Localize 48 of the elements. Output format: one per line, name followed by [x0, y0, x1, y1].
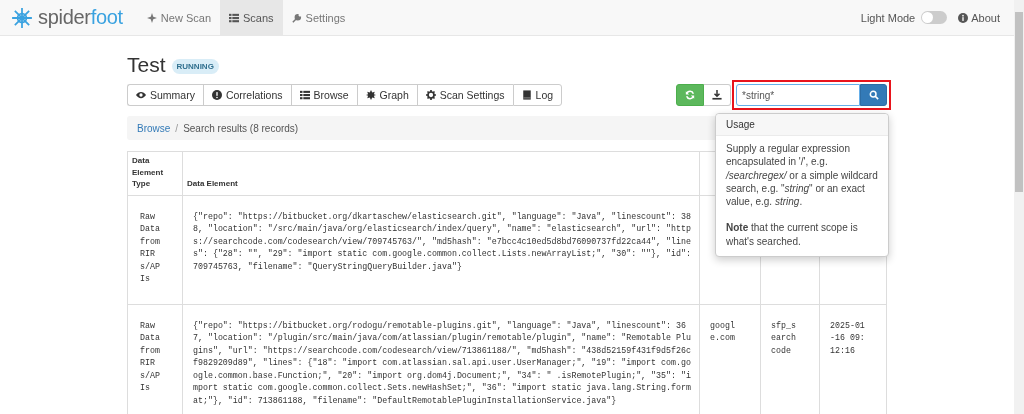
nav-item[interactable]: New Scan: [137, 0, 220, 35]
breadcrumb-link[interactable]: Browse: [137, 122, 171, 134]
nav-item[interactable]: Scans: [220, 0, 283, 35]
book-icon: [521, 90, 532, 100]
nav-item[interactable]: Settings: [282, 0, 355, 35]
crosshair-icon: [146, 12, 157, 23]
download-icon: [712, 90, 722, 100]
scan-title: Test: [127, 53, 166, 77]
search-icon: [868, 90, 879, 100]
column-header: Data Element: [182, 151, 700, 196]
tab-button[interactable]: Correlations: [202, 84, 291, 106]
list-icon: [229, 12, 239, 23]
scrollbar[interactable]: [1014, 0, 1024, 414]
table-cell: Raw Data from RIRs/APIs: [140, 319, 160, 395]
table-cell-text: {"repo": "https://bitbucket.org/dkartaschew/elasticsearch.git", "language": "Java", "linescount": 388, "location": "/src/main/java/org/elasticsearch/index/query", "name": "elasticsearch", "url": "https://searchcode.com/codesearch/view/709745763/", "md5hash": "e7bcc4c10ed5d8bd76090737fd22ca44", "lines": {"28": "", "29": "import static com.google.common.collect.Lists.newArrayList;", "30": ""}, "id": 709745763, "filename": "QueryStringQueryBuilder.java"}: [193, 210, 692, 273]
light-mode-label: Light Mode: [860, 11, 916, 24]
tab-button[interactable]: Log: [512, 84, 563, 106]
list-icon: [299, 90, 310, 100]
logo[interactable]: spiderfoot: [11, 6, 123, 29]
breadcrumb-current: Search results (8 records): [183, 122, 299, 134]
info-icon: [958, 12, 969, 23]
breadcrumb-separator: /: [175, 122, 179, 134]
search-button[interactable]: [860, 84, 887, 106]
table-cell-text: {"repo": "https://bitbucket.org/rodogu/remotable-plugins.git", "language": "Java", "linescount": 367, "location": "/plugin/src/main/java/com/atlassian/plugin/remotable/plugin", "name": "Remotable Plugins", "url": "https://searchcode.com/codesearch/view/713861188/", "md5hash": "438d52159f431f9d5f26cf9829209d89", "lines": {"18": "import com.atlassian.sal.api.user.UserManager;", "19": "import com.google.common.base.Function;", "20": "import org.dom4j.Document;", "34": " .isRemotePlugin;", "35": "import static com.google.common.collect.Sets.newHashSet;", "36": "import static java.lang.String.format;"}, "id": 713861188, "filename": "DefaultRemotablePluginInstallationService.java"}: [193, 319, 692, 407]
download-button[interactable]: [704, 84, 731, 106]
exclamation-icon: [211, 90, 222, 100]
status-label: RUNNING: [171, 59, 219, 74]
column-header: Data Element Type: [127, 151, 183, 196]
wrench-icon: [291, 12, 302, 23]
about-link[interactable]: About: [958, 11, 1000, 24]
table-cell-text: sfp_searchcode: [771, 319, 796, 357]
gear-icon: [425, 90, 436, 100]
light-mode-toggle[interactable]: [921, 11, 948, 24]
refresh-icon: [685, 90, 695, 100]
popover-text: Note that the current scope is what's searched.: [726, 221, 859, 249]
popover-title: Usage: [716, 114, 888, 136]
logo-icon: [11, 6, 33, 29]
table-cell-text: 2025-01-16 09:12:16: [830, 319, 865, 357]
tab-button[interactable]: Graph: [356, 84, 417, 106]
tab-button[interactable]: Scan Settings: [416, 84, 513, 106]
tab-button[interactable]: Browse: [290, 84, 357, 106]
eye-icon: [136, 90, 146, 100]
popover-text: Supply a regular expression encapsulated in '/', e.g. /searchregex/ or a simple wildcard search, e.g. "string" or an exact value, e.g. string.: [726, 142, 878, 209]
table-cell: Raw Data from RIRs/APIs: [140, 210, 160, 286]
search-field[interactable]: *string*: [736, 84, 860, 106]
table-cell: google.com: [710, 319, 735, 345]
burst-icon: [365, 90, 376, 100]
tab-button[interactable]: Summary: [127, 84, 203, 106]
